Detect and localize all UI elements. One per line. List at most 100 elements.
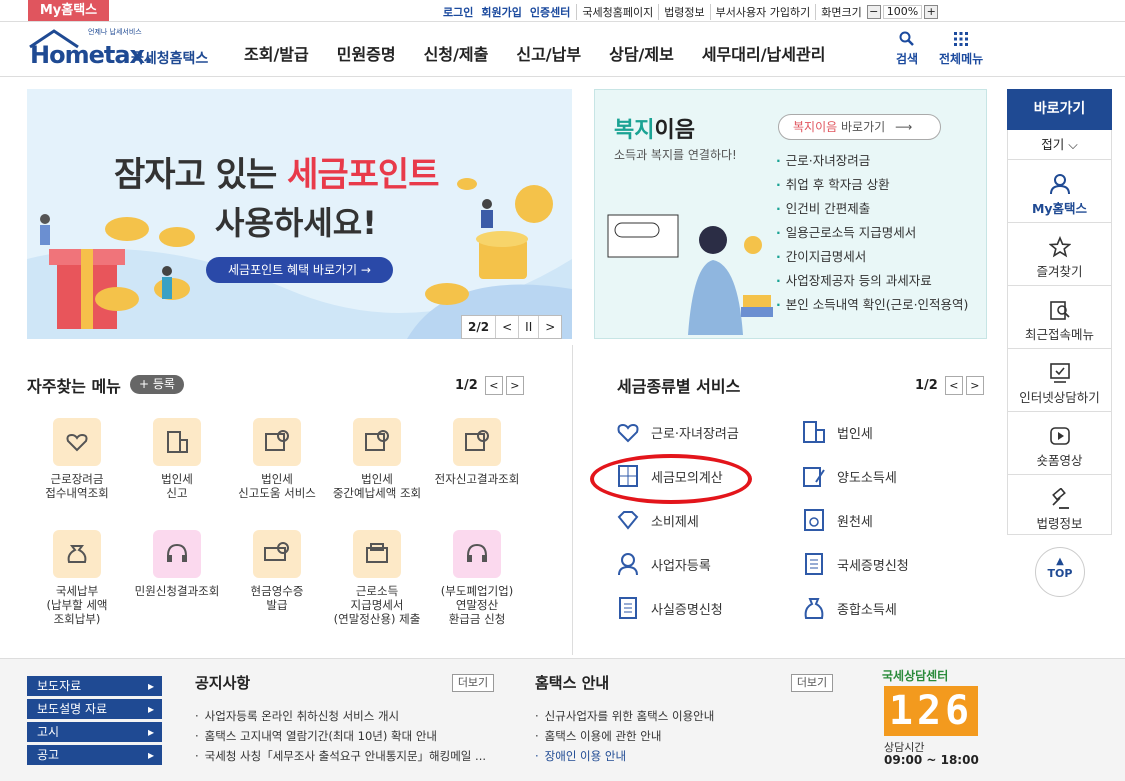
call-center-number: 126	[884, 686, 978, 736]
fav-item-civil-request-result[interactable]: 민원신청결과조회	[129, 530, 225, 598]
fav-item-earned-income-credit[interactable]: 근로장려금 접수내역조회	[29, 418, 125, 500]
my-hometax-tab[interactable]: My홈택스	[28, 0, 109, 21]
footer-menu-press-explanation[interactable]: 보도설명 자료	[27, 699, 162, 719]
scroll-top-button[interactable]: ▲ TOP	[1035, 547, 1085, 597]
fav-item-cash-receipt[interactable]: 현금영수증 발급	[229, 530, 325, 612]
welfare-shortcut-button[interactable]: 복지이음 바로가기 ⟶	[778, 114, 941, 140]
zoom-value: 100%	[882, 5, 923, 19]
footer-menu-press[interactable]: 보도자료	[27, 676, 162, 696]
all-menu-label: 전체메뉴	[939, 52, 984, 66]
footer-menu-announcement[interactable]: 공고	[27, 745, 162, 765]
service-earned-income-credit[interactable]: 근로·자녀장려금	[615, 419, 739, 445]
favorites-prev-button[interactable]: <	[484, 376, 503, 395]
welfare-item[interactable]: 본인 소득내역 확인(근로·인적용역)	[776, 296, 969, 320]
headset-icon	[453, 530, 501, 578]
building-icon	[801, 419, 827, 445]
screen-size-label: 화면크기	[815, 4, 866, 20]
service-tax-certificate[interactable]: 국세증명신청	[801, 551, 909, 577]
services-prev-button[interactable]: <	[944, 376, 963, 395]
service-fact-certificate[interactable]: 사실증명신청	[615, 595, 723, 621]
service-consumption-tax[interactable]: 소비제세	[615, 507, 699, 533]
welfare-illustration	[607, 214, 773, 335]
cert-center-link[interactable]: 인증센터	[530, 4, 570, 20]
guide-item[interactable]: 장애인 이용 안내	[535, 746, 714, 766]
welfare-item[interactable]: 근로·자녀장려금	[776, 152, 968, 176]
nav-filing[interactable]: 신고/납부	[516, 41, 581, 65]
fav-item-corporate-tax-filing[interactable]: 법인세 신고	[129, 418, 225, 500]
service-corporate-tax[interactable]: 법인세	[801, 419, 873, 445]
sidebar-law-info[interactable]: 법령정보	[1007, 475, 1112, 538]
dept-user-signup-link[interactable]: 부서사용자 가입하기	[709, 4, 816, 20]
banner-page-indicator: 2/2	[468, 320, 490, 334]
notice-item[interactable]: 홈택스 고지내역 열람기간(최대 10년) 확대 안내	[195, 726, 486, 746]
fav-item-interim-prepayment[interactable]: 법인세 중간예납세액 조회	[329, 418, 425, 500]
search-icon	[899, 31, 914, 46]
fav-item-bankrupt-year-end-refund[interactable]: (부도폐업기업) 연말정산 환급금 신청	[429, 530, 525, 626]
service-withholding-tax[interactable]: 원천세	[801, 507, 873, 533]
fav-item-e-filing-result[interactable]: 전자신고결과조회	[429, 418, 525, 486]
service-comprehensive-income-tax[interactable]: 종합소득세	[801, 595, 897, 621]
favorites-register-button[interactable]: + 등록	[130, 375, 184, 394]
sidebar-short-video[interactable]: 숏폼영상	[1007, 412, 1112, 475]
nav-tax-agent[interactable]: 세무대리/납세관리	[702, 41, 826, 65]
search-button[interactable]: 검색	[896, 31, 918, 67]
nav-consult[interactable]: 상담/제보	[609, 41, 674, 65]
nav-inquiry[interactable]: 조회/발급	[244, 41, 309, 65]
sidebar-favorites[interactable]: 즐겨찾기	[1007, 223, 1112, 286]
zoom-out-button[interactable]: −	[866, 5, 881, 19]
tax-point-cta-button[interactable]: 세금포인트 혜택 바로가기 →	[206, 257, 393, 283]
section-divider	[572, 345, 573, 655]
banner-pause-button[interactable]: II	[518, 316, 538, 338]
welfare-list: 근로·자녀장려금 취업 후 학자금 상환 인건비 간편제출 일용근로소득 지급명…	[776, 152, 969, 320]
welfare-item[interactable]: 일용근로소득 지급명세서	[776, 224, 968, 248]
service-business-registration[interactable]: 사업자등록	[615, 551, 711, 577]
services-page: 1/2	[915, 378, 938, 393]
guide-item[interactable]: 신규사업자를 위한 홈택스 이용안내	[535, 706, 715, 726]
grid-menu-icon	[954, 32, 969, 46]
service-capital-gains-tax[interactable]: 양도소득세	[801, 463, 897, 489]
notice-item[interactable]: 사업자등록 온라인 취하신청 서비스 개시	[195, 706, 486, 726]
call-center-hours: 09:00 ~ 18:00	[884, 753, 979, 767]
nts-homepage-link[interactable]: 국세청홈페이지	[576, 4, 658, 20]
login-link[interactable]: 로그인	[443, 4, 473, 20]
document-icon	[801, 551, 827, 577]
welfare-item[interactable]: 간이지급명세서	[776, 248, 968, 272]
logo-tagline: 언제나 납세서비스	[88, 28, 142, 36]
sidebar-recent-menu[interactable]: 최근접속메뉴	[1007, 286, 1112, 349]
all-menu-button[interactable]: 전체메뉴	[939, 31, 983, 67]
nav-application[interactable]: 신청/제출	[424, 41, 489, 65]
star-icon	[1007, 233, 1112, 261]
banner-headline: 잠자고 있는 세금포인트	[114, 155, 439, 195]
services-next-button[interactable]: >	[965, 376, 984, 395]
fav-item-earned-income-statement[interactable]: 근로소득 지급명세서 (연말정산용) 제출	[329, 530, 425, 626]
banner-headline-highlight: 세금포인트	[287, 155, 439, 195]
hometax-logo[interactable]: 언제나 납세서비스 Hometax. 국세청홈택스	[28, 27, 218, 71]
welfare-item[interactable]: 취업 후 학자금 상환	[776, 176, 968, 200]
highlight-circle	[590, 454, 752, 504]
nav-certificates[interactable]: 민원증명	[337, 41, 396, 65]
law-info-link[interactable]: 법령정보	[658, 4, 709, 20]
welfare-item[interactable]: 인건비 간편제출	[776, 200, 968, 224]
banner-next-button[interactable]: >	[538, 316, 561, 338]
banner-prev-button[interactable]: <	[495, 316, 518, 338]
guide-item[interactable]: 홈택스 이용에 관한 안내	[535, 726, 714, 746]
notice-more-button[interactable]: 더보기	[452, 674, 494, 692]
guide-list: 신규사업자를 위한 홈택스 이용안내 홈택스 이용에 관한 안내 장애인 이용 …	[535, 706, 715, 766]
sidebar-my-hometax[interactable]: My홈택스	[1007, 160, 1112, 223]
document-search-icon	[253, 418, 301, 466]
diamond-icon	[615, 507, 641, 533]
sidebar-fold-button[interactable]: 접기 ⌵	[1007, 130, 1112, 160]
welfare-item[interactable]: 사업장제공자 등의 과세자료	[776, 272, 968, 296]
favorites-next-button[interactable]: >	[505, 376, 524, 395]
zoom-in-button[interactable]: +	[924, 5, 939, 19]
sidebar-online-consult[interactable]: 인터넷상담하기	[1007, 349, 1112, 412]
guide-more-button[interactable]: 더보기	[791, 674, 833, 692]
document-search-icon	[453, 418, 501, 466]
fav-item-corporate-tax-help[interactable]: 법인세 신고도움 서비스	[229, 418, 325, 500]
footer-menu-notification[interactable]: 고시	[27, 722, 162, 742]
notice-item[interactable]: 국세청 사칭「세무조사 출석요구 안내통지문」해킹메일 ...	[195, 746, 486, 766]
fav-item-national-tax-payment[interactable]: 국세납부 (납부할 세액 조회납부)	[29, 530, 125, 626]
recent-search-icon	[1007, 296, 1112, 324]
search-label: 검색	[896, 52, 919, 66]
signup-link[interactable]: 회원가입	[481, 4, 521, 20]
